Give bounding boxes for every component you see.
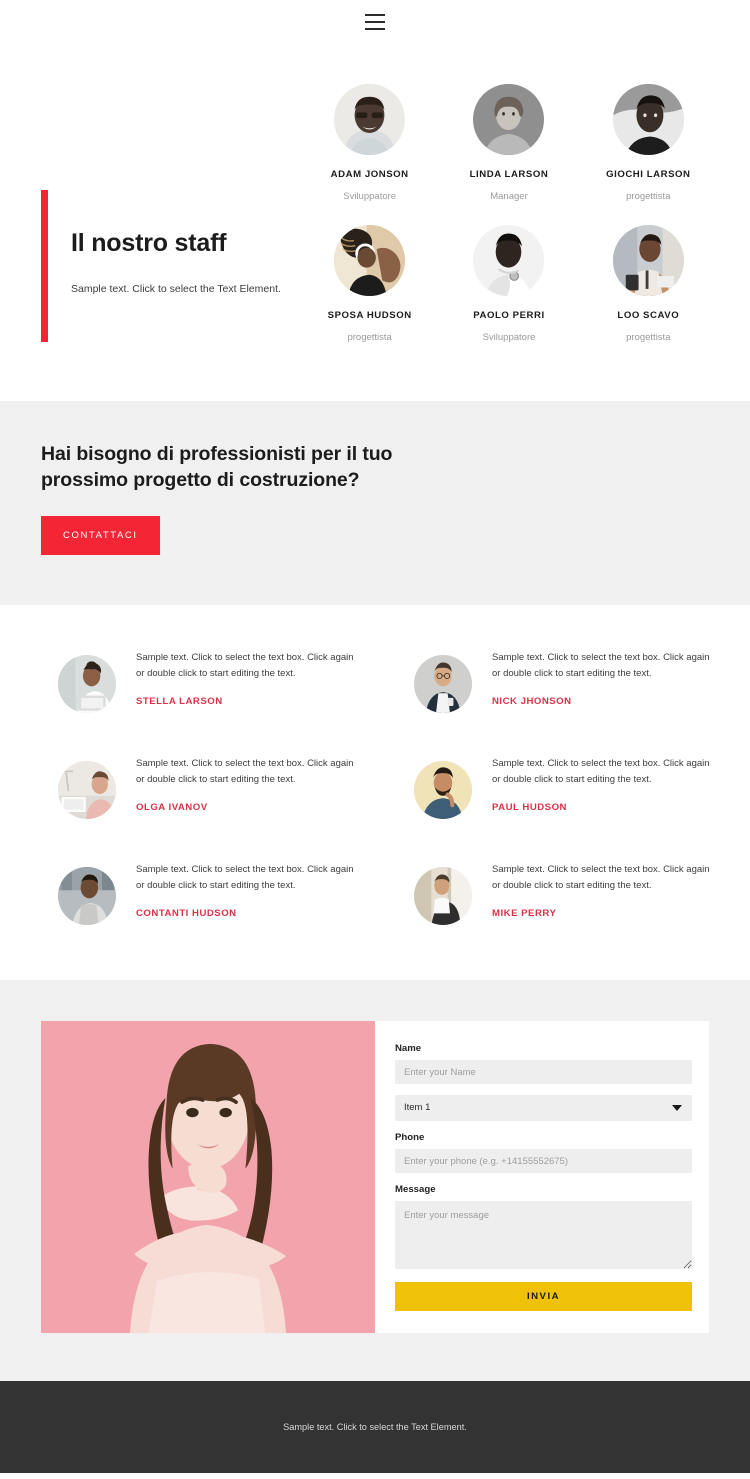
testimonial-item: Sample text. Click to select the text bo… [32,648,362,714]
hamburger-bar [365,14,385,16]
staff-member-name: ADAM JONSON [330,169,409,180]
staff-member[interactable]: GIOCHI LARSON progettista [579,84,718,202]
avatar [414,867,472,926]
staff-member-role: progettista [626,332,671,343]
phone-input[interactable] [395,1149,692,1174]
staff-grid: ADAM JONSON Sviluppatore LINDA LARSON Ma… [300,84,750,343]
testimonial-author: CONTANTI HUDSON [136,908,237,919]
staff-member-name: PAOLO PERRI [473,310,545,321]
avatar [414,655,472,714]
avatar [334,84,406,155]
testimonial-author: NICK JHONSON [492,696,572,707]
contact-form: Name Item 1 Phone Message INVIA [375,1021,709,1334]
cta-section: Hai bisogno di professionisti per il tuo… [0,401,750,606]
testimonial-item: Sample text. Click to select the text bo… [388,860,718,926]
contact-photo [41,1021,375,1334]
testimonial-text: Sample text. Click to select the text bo… [136,864,354,891]
site-header [0,0,750,44]
testimonial-author: MIKE PERRY [492,908,557,919]
staff-intro: Il nostro staff Sample text. Click to se… [0,84,300,342]
testimonial-text: Sample text. Click to select the text bo… [492,652,710,679]
staff-member-name: GIOCHI LARSON [606,169,691,180]
staff-member[interactable]: ADAM JONSON Sviluppatore [300,84,439,202]
staff-member-name: LINDA LARSON [469,169,549,180]
staff-section: Il nostro staff Sample text. Click to se… [0,44,750,401]
testimonial-author: PAUL HUDSON [492,802,567,813]
staff-member-role: Sviluppatore [343,191,397,202]
name-input[interactable] [395,1060,692,1085]
staff-member[interactable]: SPOSA HUDSON progettista [300,225,439,343]
avatar [334,225,406,296]
testimonial-text: Sample text. Click to select the text bo… [492,758,710,785]
testimonial-text: Sample text. Click to select the text bo… [492,864,710,891]
site-footer: Sample text. Click to select the Text El… [0,1381,750,1474]
item-select[interactable]: Item 1 [395,1095,692,1122]
testimonial-text: Sample text. Click to select the text bo… [136,758,354,785]
hamburger-bar [365,28,385,30]
red-accent-bar [41,190,48,342]
page-title: Il nostro staff [71,229,227,257]
avatar [473,84,545,155]
avatar [58,867,116,926]
contact-section: Name Item 1 Phone Message INVIA [0,980,750,1382]
message-label: Message [395,1184,436,1196]
avatar [612,225,684,296]
avatar [612,84,684,155]
testimonial-item: Sample text. Click to select the text bo… [388,648,718,714]
testimonial-author: STELLA LARSON [136,696,223,707]
avatar [58,761,116,820]
hamburger-menu-icon[interactable] [365,14,385,30]
contact-us-button[interactable]: CONTATTACI [41,516,160,556]
name-label: Name [395,1043,422,1055]
staff-member[interactable]: LOO SCAVO progettista [579,225,718,343]
submit-button[interactable]: INVIA [395,1282,692,1312]
testimonial-item: Sample text. Click to select the text bo… [388,754,718,820]
avatar [58,655,116,714]
avatar [473,225,545,296]
staff-subtitle: Sample text. Click to select the Text El… [71,282,281,295]
phone-label: Phone [395,1132,425,1144]
message-textarea[interactable] [395,1201,692,1270]
footer-text: Sample text. Click to select the Text El… [283,1422,467,1433]
staff-member-name: LOO SCAVO [617,310,680,321]
testimonial-item: Sample text. Click to select the text bo… [32,860,362,926]
staff-member-role: progettista [626,191,671,202]
avatar [414,761,472,820]
staff-member-role: Sviluppatore [482,332,536,343]
item-select-wrapper[interactable]: Item 1 [395,1095,692,1122]
cta-title: Hai bisogno di professionisti per il tuo… [41,443,393,492]
staff-member[interactable]: LINDA LARSON Manager [439,84,578,202]
staff-member-role: progettista [347,332,392,343]
testimonial-author: OLGA IVANOV [136,802,208,813]
testimonial-item: Sample text. Click to select the text bo… [32,754,362,820]
staff-member[interactable]: PAOLO PERRI Sviluppatore [439,225,578,343]
testimonial-text: Sample text. Click to select the text bo… [136,652,354,679]
hamburger-bar [365,21,385,23]
staff-member-name: SPOSA HUDSON [327,310,412,321]
staff-member-role: Manager [490,191,528,202]
testimonials-section: Sample text. Click to select the text bo… [0,605,750,981]
